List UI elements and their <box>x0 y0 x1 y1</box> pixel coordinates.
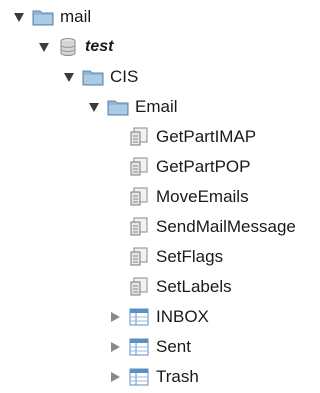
tree-node-mail[interactable]: mail <box>12 2 91 32</box>
folder-icon <box>32 7 54 27</box>
tree-node-label: Email <box>135 97 178 116</box>
tree-node-label: Sent <box>156 337 191 356</box>
expand-toggle-icon[interactable] <box>37 40 51 54</box>
database-icon <box>57 37 79 57</box>
tree-node-label: SetFlags <box>156 247 224 266</box>
tree-node-label: GetPartIMAP <box>156 127 257 146</box>
expand-toggle-icon[interactable] <box>108 370 122 384</box>
expand-toggle-icon[interactable] <box>87 100 101 114</box>
tree-node-database[interactable]: test <box>37 32 113 62</box>
tree-node-procedure[interactable]: GetPartIMAP <box>128 122 256 152</box>
tree-node-table[interactable]: Trash <box>108 362 199 392</box>
folder-icon <box>107 97 129 117</box>
tree-node-table[interactable]: Sent <box>108 332 191 362</box>
stored-procedure-icon <box>128 217 150 237</box>
tree-node-label: GetPartPOP <box>156 157 251 176</box>
tree-node-label: INBOX <box>156 307 209 326</box>
object-tree: mail test CIS Email GetPartIMAP GetPartP… <box>0 0 317 393</box>
tree-node-procedure[interactable]: MoveEmails <box>128 182 249 212</box>
tree-node-email[interactable]: Email <box>87 92 178 122</box>
tree-node-label: Trash <box>156 367 199 386</box>
stored-procedure-icon <box>128 277 150 297</box>
tree-node-label: mail <box>60 7 92 26</box>
tree-node-label: MoveEmails <box>156 187 249 206</box>
stored-procedure-icon <box>128 127 150 147</box>
tree-node-table[interactable]: INBOX <box>108 302 209 332</box>
table-icon <box>128 367 150 387</box>
stored-procedure-icon <box>128 157 150 177</box>
tree-node-label: SendMailMessage <box>156 217 296 236</box>
tree-node-procedure[interactable]: SetFlags <box>128 242 223 272</box>
expand-toggle-icon[interactable] <box>108 340 122 354</box>
tree-node-cis[interactable]: CIS <box>62 62 138 92</box>
tree-node-label: SetLabels <box>156 277 232 296</box>
expand-toggle-icon[interactable] <box>108 310 122 324</box>
stored-procedure-icon <box>128 187 150 207</box>
tree-node-procedure[interactable]: GetPartPOP <box>128 152 250 182</box>
expand-toggle-icon[interactable] <box>12 10 26 24</box>
tree-node-label: CIS <box>110 67 139 86</box>
tree-node-procedure[interactable]: SendMailMessage <box>128 212 296 242</box>
stored-procedure-icon <box>128 247 150 267</box>
folder-icon <box>82 67 104 87</box>
expand-toggle-icon[interactable] <box>62 70 76 84</box>
tree-node-procedure[interactable]: SetLabels <box>128 272 232 302</box>
tree-node-label: test <box>85 38 114 55</box>
table-icon <box>128 307 150 327</box>
table-icon <box>128 337 150 357</box>
